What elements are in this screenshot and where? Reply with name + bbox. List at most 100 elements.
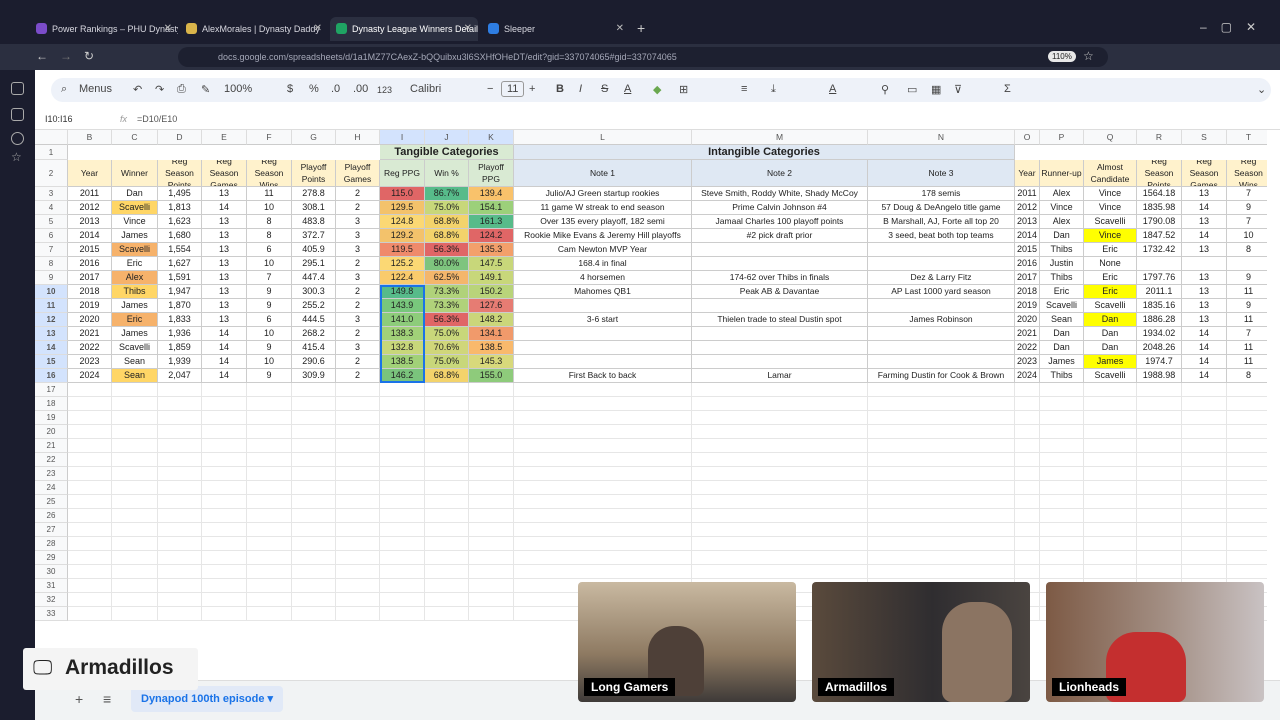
empty-cell[interactable] xyxy=(1040,551,1084,565)
empty-cell[interactable] xyxy=(68,439,112,453)
empty-cell[interactable] xyxy=(336,593,380,607)
empty-cell[interactable] xyxy=(380,425,425,439)
empty-cell[interactable] xyxy=(336,383,380,397)
table-cell[interactable]: 138.5 xyxy=(380,355,425,369)
empty-cell[interactable] xyxy=(425,439,469,453)
empty-cell[interactable] xyxy=(1182,565,1227,579)
row-header[interactable]: 18 xyxy=(35,397,68,411)
zoom-badge[interactable]: 110% xyxy=(1048,51,1076,62)
table-cell[interactable] xyxy=(692,299,868,313)
star-icon[interactable]: ☆ xyxy=(11,150,22,164)
table-cell[interactable]: 14 xyxy=(202,201,247,215)
table-cell[interactable]: 134.1 xyxy=(469,327,514,341)
column-header[interactable]: I xyxy=(380,130,425,145)
table-cell[interactable]: Dan xyxy=(1084,313,1137,327)
empty-cell[interactable] xyxy=(1137,467,1182,481)
empty-cell[interactable] xyxy=(1084,537,1137,551)
table-cell[interactable] xyxy=(692,341,868,355)
empty-cell[interactable] xyxy=(112,495,158,509)
empty-cell[interactable] xyxy=(158,467,202,481)
table-cell[interactable] xyxy=(514,355,692,369)
empty-cell[interactable] xyxy=(514,481,692,495)
empty-cell[interactable] xyxy=(158,439,202,453)
table-cell[interactable]: 138.5 xyxy=(469,341,514,355)
table-cell[interactable]: 125.2 xyxy=(380,257,425,271)
empty-cell[interactable] xyxy=(336,495,380,509)
empty-cell[interactable] xyxy=(202,523,247,537)
table-cell[interactable]: 11 xyxy=(1227,355,1267,369)
empty-cell[interactable] xyxy=(292,481,336,495)
table-cell[interactable]: Sean xyxy=(112,355,158,369)
table-cell[interactable]: 14 xyxy=(1182,341,1227,355)
table-cell[interactable]: Rookie Mike Evans & Jeremy Hill playoffs xyxy=(514,229,692,243)
empty-cell[interactable] xyxy=(868,467,1015,481)
empty-cell[interactable] xyxy=(692,467,868,481)
table-cell[interactable]: 139.4 xyxy=(469,187,514,201)
number-format-button[interactable]: 123 xyxy=(377,85,392,95)
table-cell[interactable]: 9 xyxy=(247,341,292,355)
empty-cell[interactable] xyxy=(425,551,469,565)
empty-cell[interactable] xyxy=(1227,425,1267,439)
close-tab-icon[interactable]: ✕ xyxy=(164,17,172,41)
table-cell[interactable]: Sean xyxy=(1040,313,1084,327)
strikethrough-button[interactable]: S xyxy=(601,83,608,95)
column-header[interactable]: B xyxy=(68,130,112,145)
table-cell[interactable]: 56.3% xyxy=(425,243,469,257)
empty-cell[interactable] xyxy=(868,397,1015,411)
empty-cell[interactable] xyxy=(1137,481,1182,495)
empty-cell[interactable] xyxy=(158,411,202,425)
empty-cell[interactable] xyxy=(692,425,868,439)
empty-cell[interactable] xyxy=(112,411,158,425)
empty-cell[interactable] xyxy=(247,383,292,397)
table-cell[interactable]: AP Last 1000 yard season xyxy=(868,285,1015,299)
table-cell[interactable]: Vince xyxy=(112,215,158,229)
browser-tab-active[interactable]: Dynasty League Winners Detail ✕ xyxy=(330,17,478,41)
table-cell[interactable]: 2048.26 xyxy=(1137,341,1182,355)
empty-cell[interactable] xyxy=(380,495,425,509)
table-cell[interactable]: First Back to back xyxy=(514,369,692,383)
empty-cell[interactable] xyxy=(514,425,692,439)
row-header[interactable]: 25 xyxy=(35,495,68,509)
empty-cell[interactable] xyxy=(158,593,202,607)
row-header[interactable]: 7 xyxy=(35,243,68,257)
table-cell[interactable]: Alex xyxy=(112,271,158,285)
table-cell[interactable]: Vince xyxy=(1084,201,1137,215)
empty-cell[interactable] xyxy=(1227,481,1267,495)
table-cell[interactable]: James xyxy=(112,229,158,243)
row-header[interactable]: 8 xyxy=(35,257,68,271)
borders-icon[interactable]: ⊞ xyxy=(679,83,688,96)
browser-tab[interactable]: AlexMorales | Dynasty Daddy ✕ xyxy=(180,17,328,41)
row-header[interactable]: 2 xyxy=(35,160,68,187)
empty-cell[interactable] xyxy=(1137,537,1182,551)
empty-cell[interactable] xyxy=(112,607,158,621)
empty-cell[interactable] xyxy=(868,439,1015,453)
empty-cell[interactable] xyxy=(469,383,514,397)
table-cell[interactable]: 7 xyxy=(1227,215,1267,229)
empty-cell[interactable] xyxy=(1137,551,1182,565)
empty-cell[interactable] xyxy=(1040,537,1084,551)
row-header[interactable]: 24 xyxy=(35,481,68,495)
table-cell[interactable]: 2,047 xyxy=(158,369,202,383)
empty-cell[interactable] xyxy=(112,467,158,481)
table-cell[interactable]: 124.2 xyxy=(469,229,514,243)
empty-cell[interactable] xyxy=(202,509,247,523)
empty-cell[interactable] xyxy=(1182,495,1227,509)
table-cell[interactable]: 143.9 xyxy=(380,299,425,313)
table-cell[interactable]: 2 xyxy=(336,327,380,341)
table-cell[interactable]: Dan xyxy=(112,187,158,201)
table-cell[interactable]: 10 xyxy=(247,201,292,215)
empty-cell[interactable] xyxy=(380,593,425,607)
table-cell[interactable]: Thibs xyxy=(112,285,158,299)
table-cell[interactable]: 13 xyxy=(202,243,247,257)
empty-cell[interactable] xyxy=(514,509,692,523)
table-cell[interactable]: 14 xyxy=(1182,355,1227,369)
table-cell[interactable]: 124.8 xyxy=(380,215,425,229)
column-header[interactable]: Q xyxy=(1084,130,1137,145)
empty-cell[interactable] xyxy=(692,453,868,467)
empty-cell[interactable] xyxy=(425,523,469,537)
empty-cell[interactable] xyxy=(292,453,336,467)
table-cell[interactable]: 9 xyxy=(247,285,292,299)
table-cell[interactable]: Vince xyxy=(1084,229,1137,243)
empty-cell[interactable] xyxy=(1040,411,1084,425)
table-cell[interactable]: 129.5 xyxy=(380,201,425,215)
